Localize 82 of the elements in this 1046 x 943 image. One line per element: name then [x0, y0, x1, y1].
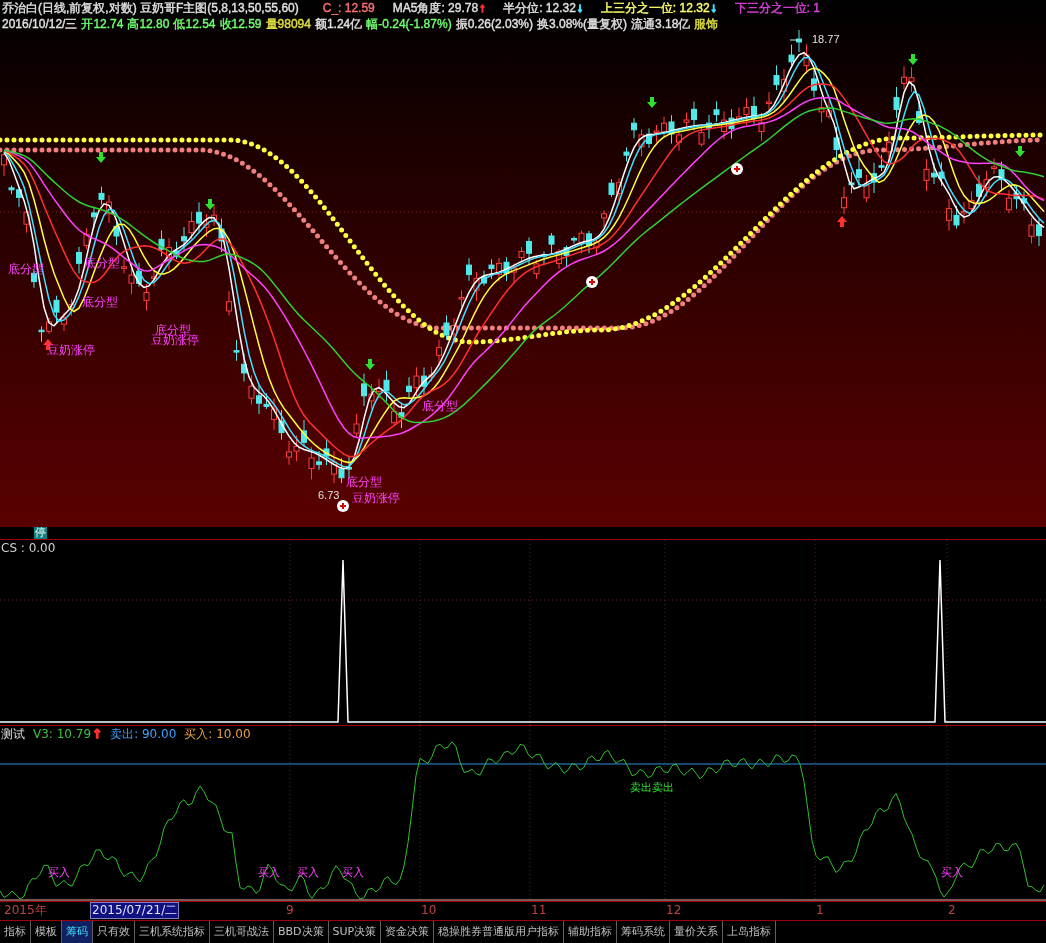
- panel-title: 测试: [1, 727, 25, 741]
- candlestick: [226, 290, 232, 316]
- trend-arrow: ↓: [710, 1, 717, 16]
- axis-label: 1: [815, 903, 825, 918]
- axis-label: 9: [285, 903, 295, 918]
- down-arrow-icon: [365, 359, 375, 370]
- candlestick: [353, 413, 360, 438]
- pattern-label: 底分型: [82, 296, 118, 309]
- indicator-value: V3: 10.79: [33, 727, 92, 741]
- indicator-tab[interactable]: 三机哥战法: [210, 921, 274, 943]
- price-label: 18.77: [812, 33, 840, 46]
- indicator-tab[interactable]: BBD决策: [274, 921, 329, 943]
- candlestick: [916, 100, 922, 126]
- indicator-tab[interactable]: SUP决策: [328, 921, 382, 943]
- cs-readout: CS : 0.00: [1, 541, 56, 555]
- axis-label: 2: [947, 903, 957, 918]
- plus-circle-icon: [731, 163, 743, 175]
- sell-signal-label: 卖出: [652, 782, 674, 794]
- candlestick: [623, 146, 630, 162]
- indicator-value: 买入: 10.00: [184, 727, 251, 741]
- down-arrow-icon: [908, 54, 918, 65]
- quote-value: 收12.59: [219, 17, 262, 32]
- indicator-value: 下三分之一位: 1: [734, 1, 820, 16]
- candlestick: [833, 126, 840, 161]
- down-arrow-icon: [205, 199, 215, 210]
- quote-value: 流通3.18亿: [631, 17, 691, 32]
- candlestick: [601, 209, 607, 230]
- indicator-value: C_: 12.59: [322, 1, 375, 16]
- pattern-label: 豆奶涨停: [352, 492, 400, 505]
- axis-label: 12: [665, 903, 683, 918]
- pattern-label: 豆奶涨停: [47, 344, 95, 357]
- indicator-tab[interactable]: 三机系统指标: [135, 921, 210, 943]
- candlestick: [458, 289, 465, 308]
- quote-value: 振0.26(2.03%): [455, 17, 533, 32]
- indicator-tab[interactable]: 上岛指标: [723, 921, 777, 943]
- indicator-tab[interactable]: 指标: [0, 921, 31, 943]
- quote-value: 2016/10/12/三: [2, 17, 78, 32]
- candlestick: [1, 152, 7, 177]
- quote-value: 换3.08%(量复权): [537, 17, 628, 32]
- buy-signal-label: 买入: [258, 867, 280, 879]
- trend-arrow: ↓: [576, 1, 583, 16]
- plus-circle-icon: [586, 276, 598, 288]
- quote-value: 高12.80: [127, 17, 170, 32]
- plus-circle-icon: [337, 500, 349, 512]
- quote-value: 幅-0.24(-1.87%): [366, 17, 452, 32]
- trend-arrow: ↑: [479, 1, 486, 16]
- axis-label: 10: [420, 903, 438, 918]
- up-arrow-icon: [837, 216, 847, 227]
- indicator-tab[interactable]: 筹码系统: [617, 921, 671, 943]
- pattern-label: 豆奶涨停: [151, 334, 199, 347]
- down-arrow-icon: [647, 97, 657, 108]
- indicator-tab[interactable]: 资金决策: [381, 921, 435, 943]
- axis-label: 2015/07/21/二: [90, 902, 180, 919]
- buy-signal-label: 买入: [297, 867, 319, 879]
- quote-value: 量98094: [265, 17, 311, 32]
- quote-value: 额1.24亿: [314, 17, 363, 32]
- trend-arrow: ↑: [92, 727, 103, 741]
- quote-value: 低12.54: [173, 17, 216, 32]
- indicator-value: 上三分之一位: 12.32: [600, 1, 710, 16]
- indicator-tab[interactable]: 稳操胜券普通版用户指标: [434, 921, 565, 943]
- indicator-tab[interactable]: 筹码: [62, 921, 93, 943]
- axis-label: 11: [530, 903, 548, 918]
- indicator-tab[interactable]: 只有效: [93, 921, 135, 943]
- indicator-value: 卖出: 90.00: [110, 727, 177, 741]
- down-arrow-icon: [96, 152, 106, 163]
- indicator-value: MA5角度: 29.78: [392, 1, 479, 16]
- stop-badge: 停: [34, 527, 47, 539]
- axis-label: 2015年: [3, 903, 48, 918]
- indicator-tab[interactable]: 辅助指标: [564, 921, 618, 943]
- leader-line: [789, 39, 799, 41]
- down-arrow-icon: [1015, 146, 1025, 157]
- pattern-label: 底分型: [346, 476, 382, 489]
- chart-title: 乔治白(日线,前复权,对数) 豆奶哥F主图(5,8,13,50,55,60): [2, 1, 299, 16]
- buy-signal-label: 买入: [48, 867, 70, 879]
- price-label: 6.73: [318, 489, 340, 502]
- indicator-value: 半分位: 12.32: [503, 1, 576, 16]
- quote-value: 开12.74: [81, 17, 124, 32]
- indicator-tab[interactable]: 量价关系: [670, 921, 724, 943]
- buy-signal-label: 买入: [342, 867, 364, 879]
- sell-signal-label: 卖出: [630, 782, 652, 794]
- quote-value: 服饰: [694, 17, 719, 32]
- buy-signal-label: 买入: [941, 867, 963, 879]
